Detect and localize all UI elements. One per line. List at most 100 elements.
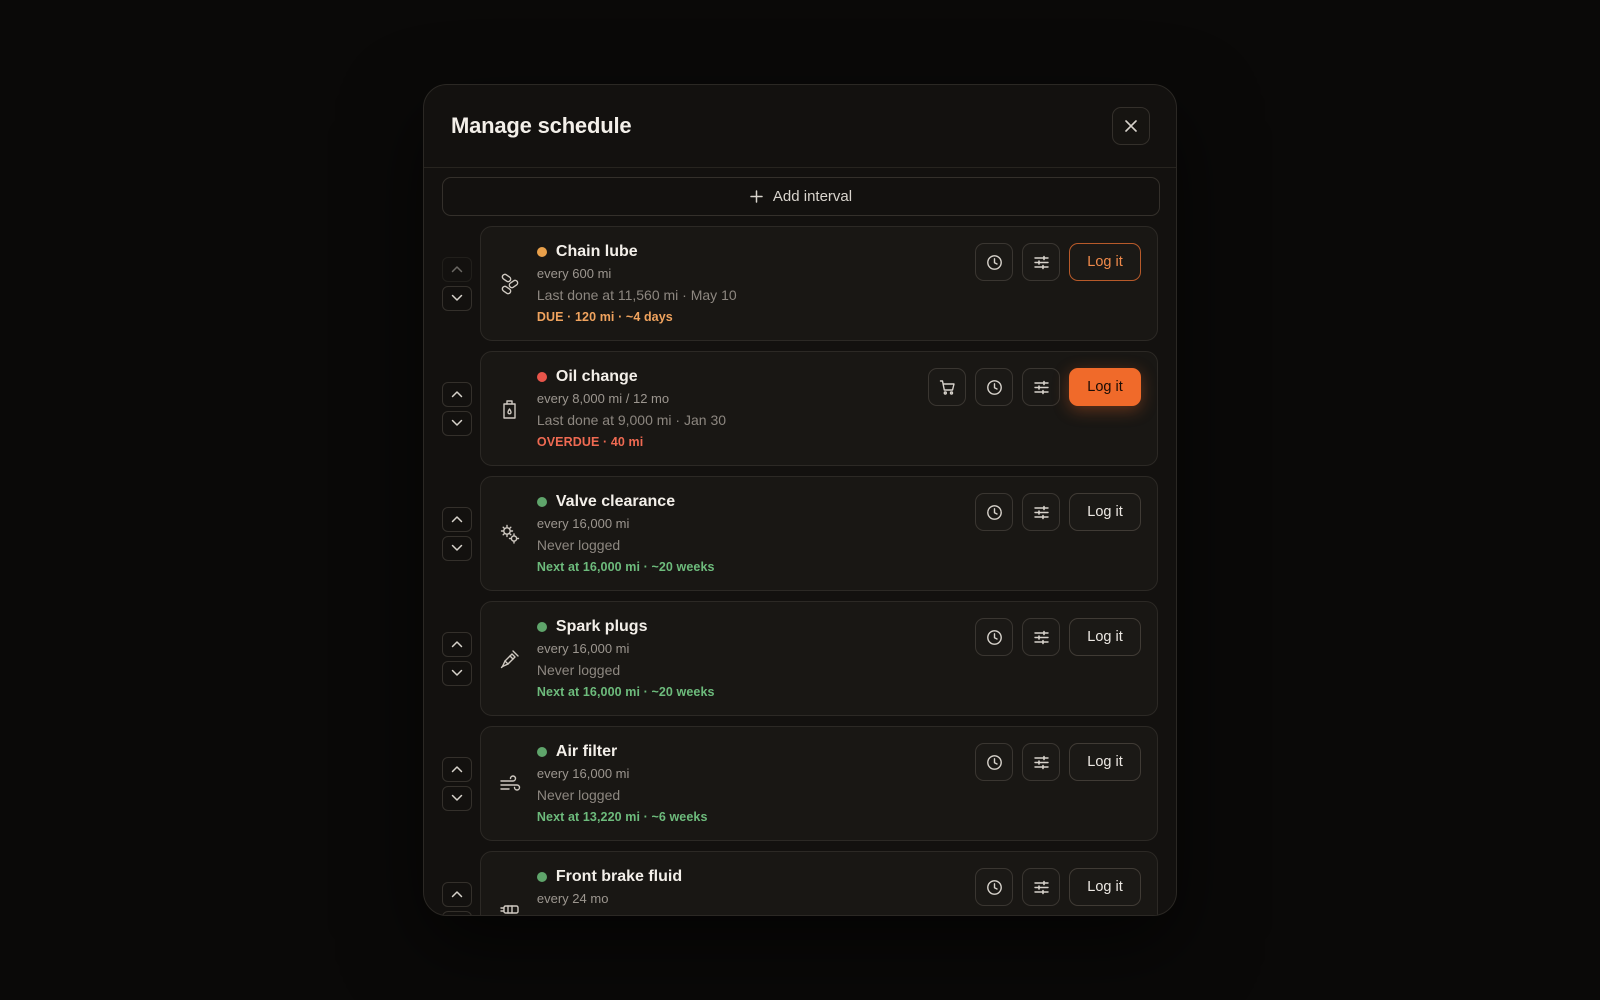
sliders-button[interactable]: [1022, 868, 1060, 906]
reorder-controls: [442, 881, 480, 915]
item-title: Oil change: [555, 368, 638, 385]
log-it-button[interactable]: Log it: [1069, 618, 1141, 656]
move-down-button[interactable]: [442, 535, 472, 561]
chevron-up-icon: [451, 890, 463, 898]
item-actions: Log it: [928, 368, 1141, 406]
item-actions: Log it: [975, 743, 1141, 781]
item-icon-wrap: [481, 477, 537, 590]
log-it-button[interactable]: Log it: [1069, 243, 1141, 281]
close-button[interactable]: [1112, 107, 1150, 145]
item-last-done: Last done at 11,560 mi · May 10: [536, 287, 737, 303]
manage-schedule-modal: Manage schedule Add interval Chain lube …: [423, 84, 1177, 916]
log-it-button[interactable]: Log it: [1069, 368, 1141, 406]
schedule-list: Add interval Chain lube every 600 mi Las…: [424, 168, 1176, 916]
item-last-done: Last done Sep 1: [537, 912, 1157, 915]
move-down-button[interactable]: [442, 410, 472, 436]
sliders-icon: [1033, 754, 1050, 771]
item-title: Chain lube: [555, 243, 638, 260]
item-title: Air filter: [555, 743, 618, 760]
item-status: DUE · 120 mi · ~4 days: [536, 310, 673, 324]
item-icon-wrap: [481, 852, 537, 916]
schedule-row-spark-plugs: Spark plugs every 16,000 mi Never logged…: [442, 601, 1158, 716]
schedule-card: Oil change every 8,000 mi / 12 mo Last d…: [479, 351, 1158, 466]
chevron-up-icon: [451, 515, 463, 523]
modal-title: Manage schedule: [451, 113, 632, 138]
log-it-button[interactable]: Log it: [1069, 493, 1141, 531]
schedule-card: Air filter every 16,000 mi Never logged …: [479, 726, 1158, 841]
move-up-button[interactable]: [442, 256, 472, 282]
clock-button[interactable]: [975, 243, 1013, 281]
move-up-button[interactable]: [442, 631, 472, 657]
item-title: Front brake fluid: [555, 868, 683, 885]
item-status: OVERDUE · 40 mi: [536, 435, 644, 449]
sliders-button[interactable]: [1022, 243, 1060, 281]
brake-icon: [499, 898, 521, 916]
chevron-down-icon: [451, 669, 463, 677]
chevron-down-icon: [451, 419, 463, 427]
sliders-button[interactable]: [1022, 493, 1060, 531]
sliders-icon: [1033, 379, 1050, 396]
schedule-card: Chain lube every 600 mi Last done at 11,…: [479, 226, 1158, 341]
item-actions: Log it: [975, 868, 1141, 906]
item-icon-wrap: [481, 727, 537, 840]
clock-button[interactable]: [975, 868, 1013, 906]
schedule-row-air-filter: Air filter every 16,000 mi Never logged …: [442, 726, 1158, 841]
schedule-row-front-brake-fluid: Front brake fluid every 24 mo Last done …: [442, 851, 1158, 916]
reorder-controls: [442, 381, 480, 436]
log-it-button[interactable]: Log it: [1069, 743, 1141, 781]
move-up-button[interactable]: [442, 506, 472, 532]
cart-button[interactable]: [928, 368, 966, 406]
clock-button[interactable]: [975, 618, 1013, 656]
clock-button[interactable]: [975, 743, 1013, 781]
status-dot: [536, 622, 547, 632]
schedule-card: Front brake fluid every 24 mo Last done …: [479, 851, 1158, 916]
item-icon-wrap: [481, 227, 537, 340]
reorder-controls: [442, 506, 480, 561]
item-last-done: Never logged: [536, 537, 621, 553]
sliders-button[interactable]: [1022, 618, 1060, 656]
status-dot: [536, 747, 547, 757]
item-icon-wrap: [481, 352, 537, 465]
move-down-button[interactable]: [442, 285, 472, 311]
clock-icon: [986, 879, 1003, 896]
item-actions: Log it: [975, 493, 1141, 531]
clock-button[interactable]: [975, 368, 1013, 406]
oil-can-icon: [499, 398, 521, 420]
add-interval-label: Add interval: [772, 188, 853, 205]
move-up-button[interactable]: [442, 756, 472, 782]
clock-icon: [986, 629, 1003, 646]
sliders-icon: [1033, 254, 1050, 271]
add-interval-button[interactable]: Add interval: [442, 177, 1160, 216]
clock-icon: [986, 754, 1003, 771]
status-dot: [536, 247, 547, 257]
chevron-up-icon: [451, 265, 463, 273]
item-title: Valve clearance: [555, 493, 676, 510]
item-icon-wrap: [481, 602, 537, 715]
move-down-button[interactable]: [442, 785, 472, 811]
move-down-button[interactable]: [442, 660, 472, 686]
chevron-down-icon: [451, 294, 463, 302]
status-dot: [536, 372, 547, 382]
log-it-button[interactable]: Log it: [1069, 868, 1141, 906]
clock-icon: [986, 504, 1003, 521]
move-up-button[interactable]: [442, 381, 472, 407]
cart-icon: [939, 379, 956, 396]
sliders-icon: [1033, 879, 1050, 896]
schedule-card: Valve clearance every 16,000 mi Never lo…: [479, 476, 1158, 591]
spark-plug-icon: [499, 648, 521, 670]
item-last-done: Never logged: [536, 662, 621, 678]
reorder-controls: [442, 256, 480, 311]
sliders-button[interactable]: [1022, 368, 1060, 406]
reorder-controls: [442, 631, 480, 686]
item-status: Next at 16,000 mi · ~20 weeks: [536, 685, 715, 699]
item-status: Next at 13,220 mi · ~6 weeks: [536, 810, 708, 824]
clock-icon: [986, 379, 1003, 396]
clock-button[interactable]: [975, 493, 1013, 531]
item-last-done: Last done at 9,000 mi · Jan 30: [536, 412, 727, 428]
item-actions: Log it: [975, 243, 1141, 281]
sliders-button[interactable]: [1022, 743, 1060, 781]
schedule-card: Spark plugs every 16,000 mi Never logged…: [479, 601, 1158, 716]
move-down-button[interactable]: [442, 910, 472, 915]
move-up-button[interactable]: [442, 881, 472, 907]
gears-icon: [499, 523, 521, 545]
